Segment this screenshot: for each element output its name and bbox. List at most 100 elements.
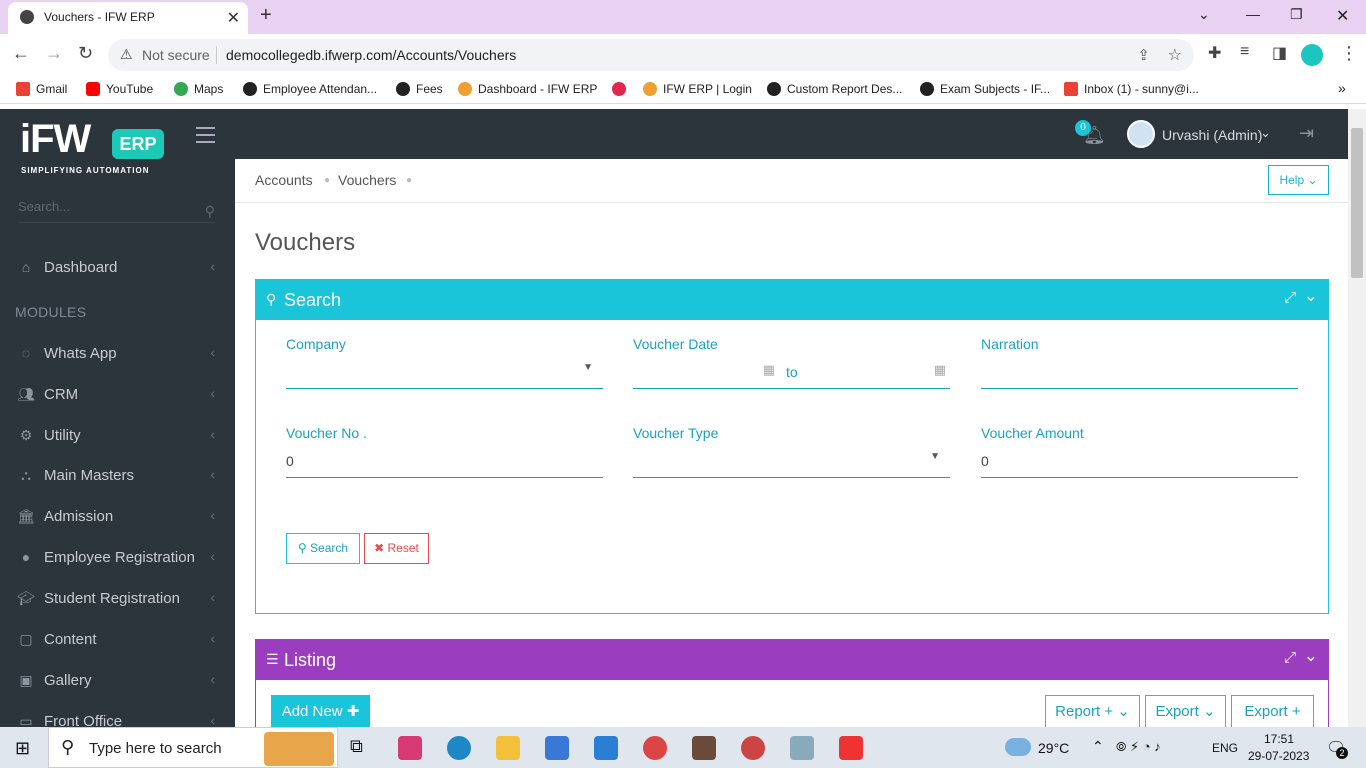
voucher-no-input[interactable]: 0 xyxy=(286,453,294,469)
help-button[interactable]: Help ⌄ xyxy=(1268,165,1329,195)
search-icon[interactable]: ⚲ xyxy=(205,203,215,220)
bookmark-red[interactable] xyxy=(612,82,632,96)
wps-icon[interactable] xyxy=(398,736,422,760)
sidebar-item-front-office[interactable]: ▭ Front Office ‹ xyxy=(0,703,235,727)
notepad-icon[interactable] xyxy=(790,736,814,760)
language-indicator[interactable]: ENG xyxy=(1212,741,1238,755)
bookmark-maps[interactable]: Maps xyxy=(174,82,223,96)
narration-label: Narration xyxy=(981,336,1039,352)
weather-temp[interactable]: 29°C xyxy=(1038,740,1069,756)
expand-icon[interactable]: ⤢ xyxy=(1284,649,1296,666)
voucher-amount-underline xyxy=(981,477,1298,478)
reload-icon[interactable]: ↻ xyxy=(78,43,93,64)
modules-heading: MODULES xyxy=(15,304,87,320)
hamburger-menu-icon[interactable] xyxy=(196,127,215,148)
report-button[interactable]: Report + ⌄ xyxy=(1045,695,1140,727)
scrollbar-thumb[interactable] xyxy=(1351,128,1363,278)
narration-input[interactable] xyxy=(981,358,1298,388)
extensions-icon[interactable]: ✚ xyxy=(1208,43,1221,63)
bookmark-inbox[interactable]: Inbox (1) - sunny@i... xyxy=(1064,82,1199,96)
close-window-icon[interactable]: ✕ xyxy=(1336,6,1349,26)
voucher-type-select[interactable]: ▼ xyxy=(633,447,950,477)
home-icon: ⌂ xyxy=(21,259,31,275)
export-button[interactable]: Export ⌄ xyxy=(1145,695,1226,727)
company-select[interactable]: ▼ xyxy=(286,358,603,388)
sidebar-item-employee-registration[interactable]: ● Employee Registration ‹ xyxy=(0,539,235,579)
bookmark-custom-report[interactable]: Custom Report Des... xyxy=(767,82,902,96)
sidebar-item-admission[interactable]: 🏛︎ Admission ‹ xyxy=(0,498,235,538)
sidebar-item-main-masters[interactable]: ⛬ Main Masters ‹ xyxy=(0,457,235,497)
chevron-down-icon[interactable]: ⌄ xyxy=(1260,125,1271,141)
windows-start-icon[interactable]: ⊞ xyxy=(15,738,30,759)
edge-icon[interactable] xyxy=(447,736,471,760)
sidebar-item-dashboard[interactable]: ⌂ Dashboard ‹ xyxy=(0,249,235,289)
logo[interactable]: iFW ERP SIMPLIFYING AUTOMATION xyxy=(0,109,235,197)
bookmark-dashboard[interactable]: Dashboard - IFW ERP xyxy=(458,82,597,96)
chevron-left-icon: ‹ xyxy=(210,258,215,274)
user-name[interactable]: Urvashi (Admin) xyxy=(1162,127,1262,143)
media-icon[interactable]: ≡ xyxy=(1240,43,1249,61)
anydesk-icon[interactable] xyxy=(839,736,863,760)
sidebar-item-whatsapp[interactable]: ◌ Whats App ‹ xyxy=(0,335,235,375)
sidebar-item-utility[interactable]: ⚙ Utility ‹ xyxy=(0,417,235,457)
taskbar-search[interactable]: ⚲ Type here to search xyxy=(48,727,338,768)
breadcrumb-vouchers[interactable]: Vouchers xyxy=(338,172,396,188)
mail-icon[interactable] xyxy=(594,736,618,760)
sidebar-item-crm[interactable]: 👥︎ CRM ‹ xyxy=(0,376,235,416)
bookmark-star-icon[interactable]: ☆ xyxy=(1168,45,1182,65)
sidepanel-icon[interactable]: ◨ xyxy=(1272,43,1287,63)
chevron-left-icon: ‹ xyxy=(210,466,215,482)
chrome-active-icon[interactable] xyxy=(741,736,765,760)
app-icon[interactable] xyxy=(692,736,716,760)
share-icon[interactable]: ⇪ xyxy=(1137,46,1150,64)
file-explorer-icon[interactable] xyxy=(496,736,520,760)
listing-panel-title: Listing xyxy=(284,650,337,670)
url-text[interactable]: democollegedb.ifwerp.com/Accounts/Vouche… xyxy=(226,47,516,63)
url-bar[interactable]: ⚠ Not secure democollegedb.ifwerp.com/Ac… xyxy=(108,39,1194,71)
back-icon[interactable]: ← xyxy=(12,43,30,64)
bookmark-exam-subjects[interactable]: Exam Subjects - IF... xyxy=(920,82,1050,96)
more-bookmarks-icon[interactable]: » xyxy=(1338,80,1346,96)
restore-icon[interactable]: ❐ xyxy=(1290,6,1303,23)
sidebar-item-content[interactable]: ▢ Content ‹ xyxy=(0,621,235,661)
collapse-chevron-icon[interactable]: ⌄ xyxy=(1304,646,1318,666)
close-tab-icon[interactable]: ✕ xyxy=(227,8,240,28)
sidebar-item-student-registration[interactable]: 🎓︎ Student Registration ‹ xyxy=(0,580,235,620)
voucher-amount-input[interactable]: 0 xyxy=(981,453,989,469)
clock-time[interactable]: 17:51 xyxy=(1264,732,1294,746)
bookmark-employee-attendance[interactable]: Employee Attendan... xyxy=(243,82,377,96)
sidebar-search-input[interactable]: Search... ⚲ xyxy=(18,199,215,223)
clock-date[interactable]: 29-07-2023 xyxy=(1248,749,1309,763)
bookmark-fees[interactable]: Fees xyxy=(396,82,443,96)
tray-icons[interactable]: ⦾ ⚡ ◔ ♪ xyxy=(1116,739,1161,755)
minimize-icon[interactable]: — xyxy=(1246,6,1260,22)
reset-button[interactable]: ✖ Reset xyxy=(364,533,429,564)
chrome-icon[interactable] xyxy=(643,736,667,760)
bookmark-gmail[interactable]: Gmail xyxy=(16,82,67,96)
export-plus-button[interactable]: Export + xyxy=(1231,695,1314,727)
browser-tab[interactable]: Vouchers - IFW ERP ✕ xyxy=(8,2,248,34)
breadcrumb-accounts[interactable]: Accounts xyxy=(255,172,313,188)
task-view-icon[interactable]: ⧉ xyxy=(350,736,374,760)
expand-icon[interactable]: ⤢ xyxy=(1284,289,1296,306)
logout-icon[interactable]: ⇥ xyxy=(1299,123,1314,144)
add-new-button[interactable]: Add New ✚ xyxy=(271,695,370,727)
tray-chevron-icon[interactable]: ⌃ xyxy=(1092,738,1104,755)
search-button[interactable]: ⚲ Search xyxy=(286,533,360,564)
bank-icon: 🏛︎ xyxy=(17,508,35,524)
collapse-chevron-icon[interactable]: ⌄ xyxy=(1304,286,1318,306)
avatar[interactable] xyxy=(1127,120,1155,148)
menu-dots-icon[interactable]: ⋮ xyxy=(1340,43,1358,64)
new-tab-icon[interactable]: + xyxy=(260,4,272,27)
dropdown-arrow-icon: ▼ xyxy=(930,451,940,462)
store-icon[interactable] xyxy=(545,736,569,760)
voucher-date-from-input[interactable]: ▦ xyxy=(633,358,775,388)
sidebar-item-gallery[interactable]: ▣ Gallery ‹ xyxy=(0,662,235,702)
forward-icon[interactable]: → xyxy=(45,43,63,64)
voucher-date-to-input[interactable]: ▦ xyxy=(816,358,946,388)
tab-search-chevron-icon[interactable]: ⌄ xyxy=(1198,6,1210,23)
profile-icon[interactable] xyxy=(1301,44,1323,66)
bookmark-youtube[interactable]: YouTube xyxy=(86,82,153,96)
weather-cloud-icon[interactable] xyxy=(1005,738,1031,756)
bookmark-ifw-login[interactable]: IFW ERP | Login xyxy=(643,82,752,96)
